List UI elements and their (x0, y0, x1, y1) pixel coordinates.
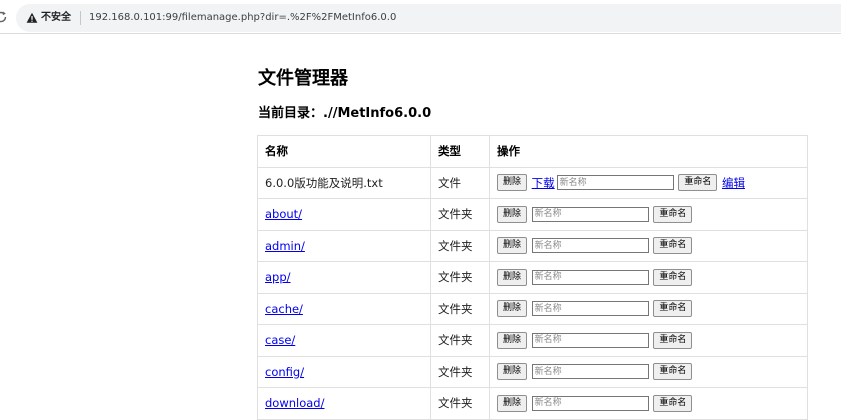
rename-button[interactable]: 重命名 (653, 268, 693, 286)
table-row: 6.0.0版功能及说明.txt 文件删除 下载 重命名 编辑 (257, 166, 808, 199)
new-name-input[interactable] (531, 364, 649, 380)
new-name-input[interactable] (531, 395, 649, 411)
table-row: download/文件夹删除 重命名 (257, 387, 808, 420)
file-name: 6.0.0版功能及说明.txt (265, 175, 383, 190)
delete-button[interactable]: 删除 (497, 300, 528, 318)
rename-button[interactable]: 重命名 (653, 300, 693, 318)
table-row: about/文件夹删除 重命名 (257, 198, 808, 231)
rename-button[interactable]: 重命名 (653, 205, 693, 223)
delete-button[interactable]: 删除 (497, 331, 528, 349)
folder-link[interactable]: about/ (265, 207, 302, 221)
current-directory-value: .//MetInfo6.0.0 (323, 106, 432, 121)
file-name-cell: cache/ (257, 292, 431, 325)
delete-button[interactable]: 删除 (497, 363, 528, 381)
folder-link[interactable]: admin/ (265, 239, 305, 253)
file-name-cell: config/ (257, 355, 431, 388)
reload-icon[interactable] (0, 10, 8, 24)
file-type-cell: 文件夹 (430, 198, 490, 231)
delete-button[interactable]: 删除 (497, 237, 528, 255)
table-header-row: 名称 类型 操作 (257, 135, 808, 168)
new-name-input[interactable] (531, 332, 649, 348)
browser-address-bar: 不安全 192.168.0.101:99/filemanage.php?dir=… (0, 0, 841, 34)
current-directory: 当前目录：.//MetInfo6.0.0 (258, 104, 431, 124)
rename-button[interactable]: 重命名 (653, 331, 693, 349)
folder-link[interactable]: app/ (265, 270, 291, 284)
file-name-cell: case/ (257, 324, 431, 357)
table-row: cache/文件夹删除 重命名 (257, 292, 808, 325)
file-type-cell: 文件夹 (430, 292, 490, 325)
operations-cell: 删除 重命名 (489, 355, 808, 388)
file-type-cell: 文件夹 (430, 387, 490, 420)
file-name-cell: 6.0.0版功能及说明.txt (257, 166, 431, 199)
new-name-input[interactable] (531, 269, 649, 285)
file-table: 名称 类型 操作 6.0.0版功能及说明.txt文件删除 下载 重命名 编辑ab… (257, 135, 808, 420)
operations-cell: 删除 下载 重命名 编辑 (489, 166, 808, 199)
file-name-cell: about/ (257, 198, 431, 231)
folder-link[interactable]: download/ (265, 396, 324, 410)
omnibox[interactable]: 不安全 192.168.0.101:99/filemanage.php?dir=… (16, 4, 841, 32)
file-type-cell: 文件夹 (430, 261, 490, 294)
folder-link[interactable]: config/ (265, 365, 304, 379)
table-row: config/文件夹删除 重命名 (257, 355, 808, 388)
rename-button[interactable]: 重命名 (653, 363, 693, 381)
file-type-cell: 文件 (430, 166, 490, 199)
table-row: app/文件夹删除 重命名 (257, 261, 808, 294)
file-name-cell: download/ (257, 387, 431, 420)
new-name-input[interactable] (531, 206, 649, 222)
rename-button[interactable]: 重命名 (653, 394, 693, 412)
file-type-cell: 文件夹 (430, 324, 490, 357)
column-header-type: 类型 (430, 135, 490, 168)
warning-icon[interactable] (26, 12, 38, 24)
new-name-input[interactable] (556, 175, 674, 191)
operations-cell: 删除 重命名 (489, 198, 808, 231)
new-name-input[interactable] (531, 238, 649, 254)
operations-cell: 删除 重命名 (489, 324, 808, 357)
file-type-cell: 文件夹 (430, 355, 490, 388)
column-header-name: 名称 (257, 135, 431, 168)
delete-button[interactable]: 删除 (497, 268, 528, 286)
rename-button[interactable]: 重命名 (678, 174, 718, 192)
delete-button[interactable]: 删除 (497, 205, 528, 223)
folder-link[interactable]: cache/ (265, 302, 303, 316)
current-directory-label: 当前目录： (258, 106, 324, 121)
operations-cell: 删除 重命名 (489, 229, 808, 262)
url-divider (80, 11, 81, 25)
operations-cell: 删除 重命名 (489, 387, 808, 420)
file-rows: 6.0.0版功能及说明.txt文件删除 下载 重命名 编辑about/文件夹删除… (257, 166, 808, 420)
table-row: case/文件夹删除 重命名 (257, 324, 808, 357)
edit-link[interactable]: 编辑 (722, 176, 745, 190)
download-link[interactable]: 下载 (532, 176, 555, 190)
file-name-cell: app/ (257, 261, 431, 294)
file-type-cell: 文件夹 (430, 229, 490, 262)
column-header-ops: 操作 (489, 135, 808, 168)
delete-button[interactable]: 删除 (497, 174, 528, 192)
delete-button[interactable]: 删除 (497, 394, 528, 412)
operations-cell: 删除 重命名 (489, 261, 808, 294)
table-row: admin/文件夹删除 重命名 (257, 229, 808, 262)
rename-button[interactable]: 重命名 (653, 237, 693, 255)
folder-link[interactable]: case/ (265, 333, 295, 347)
operations-cell: 删除 重命名 (489, 292, 808, 325)
page-title: 文件管理器 (258, 68, 348, 89)
new-name-input[interactable] (531, 301, 649, 317)
url-text[interactable]: 192.168.0.101:99/filemanage.php?dir=.%2F… (89, 11, 396, 25)
not-secure-label[interactable]: 不安全 (41, 11, 71, 25)
file-name-cell: admin/ (257, 229, 431, 262)
